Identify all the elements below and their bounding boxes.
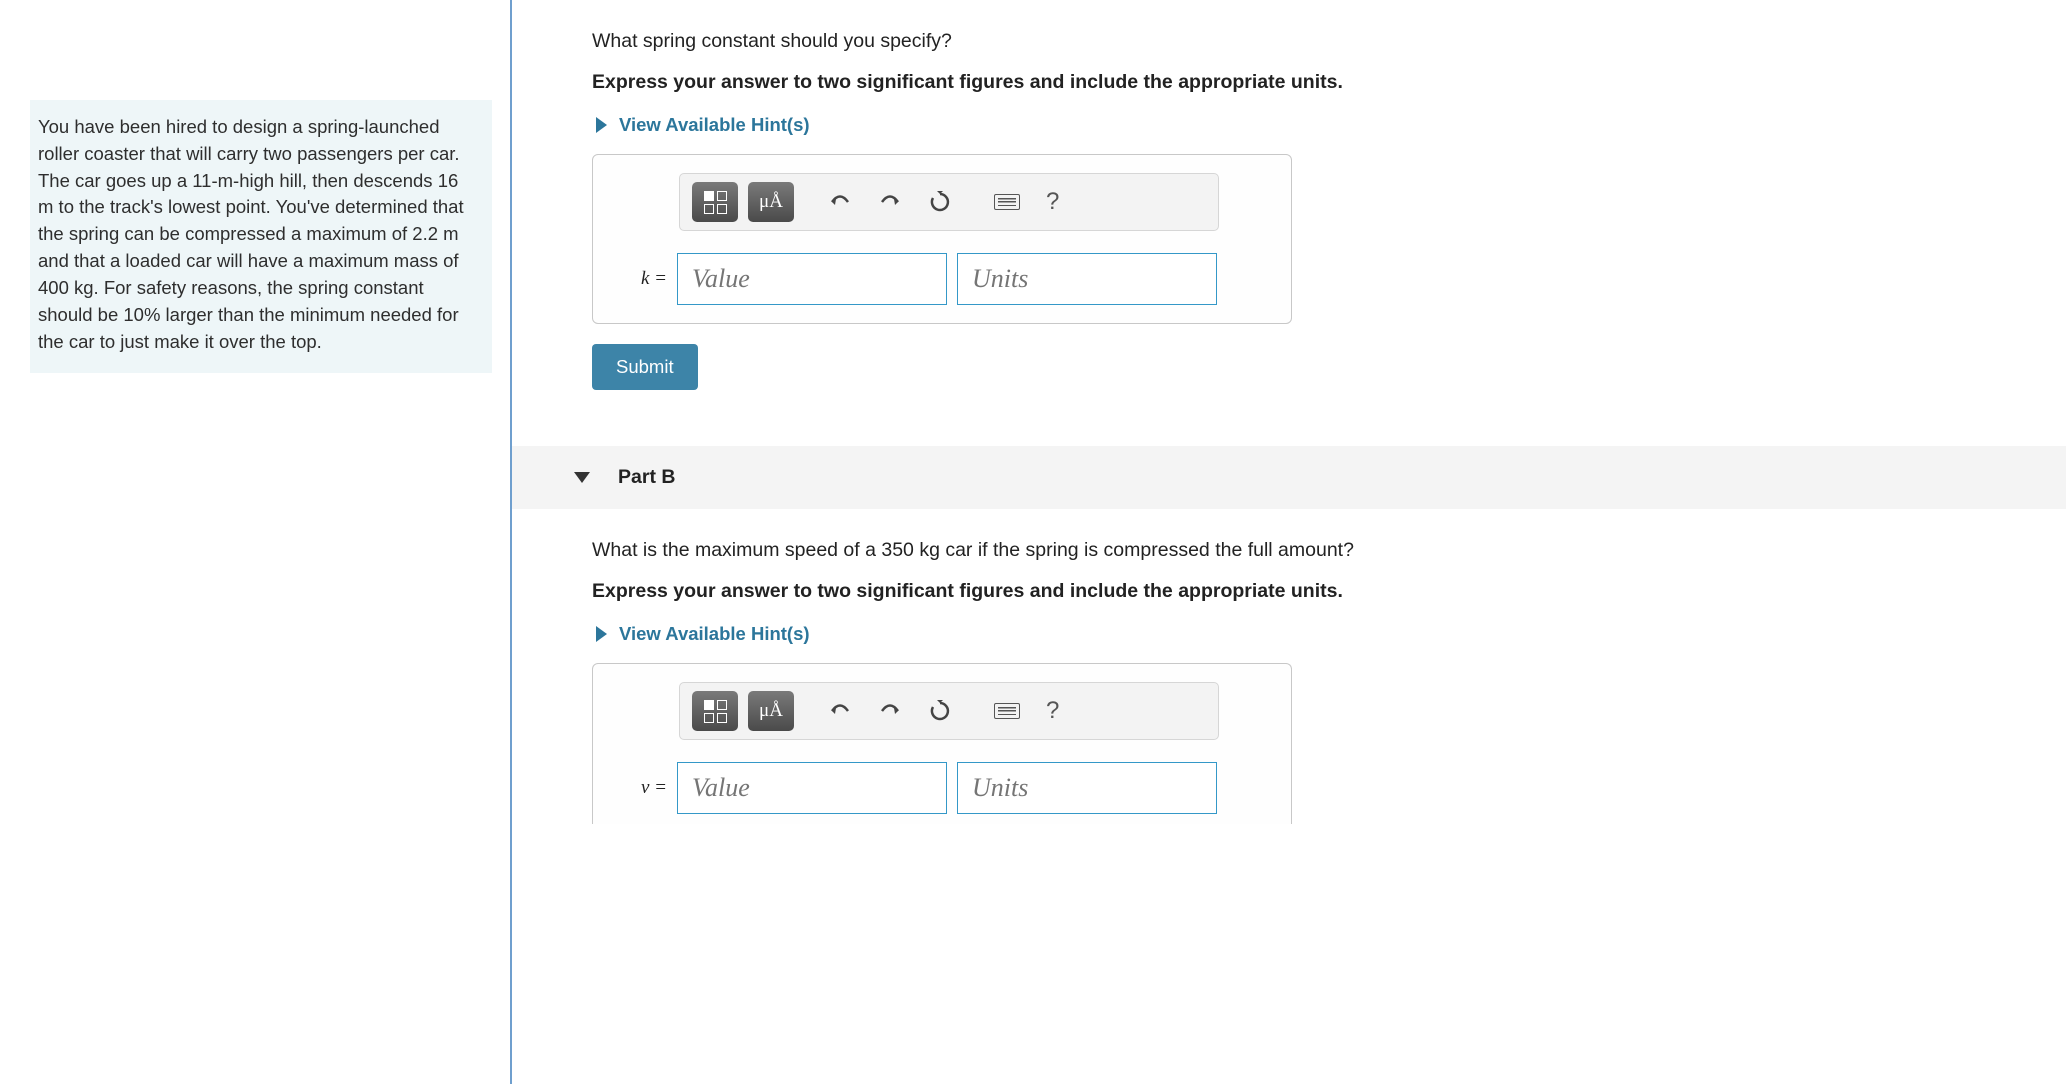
reset-button[interactable] <box>920 190 960 214</box>
part-a-question: What spring constant should you specify? <box>592 0 2026 71</box>
chevron-down-icon <box>574 472 590 483</box>
reset-icon <box>928 190 952 214</box>
part-b-answer-panel: μÅ ? v = <box>592 663 1292 824</box>
chevron-right-icon <box>596 117 607 133</box>
hints-label: View Available Hint(s) <box>619 114 810 136</box>
template-icon <box>704 191 727 214</box>
part-b-toolbar: μÅ ? <box>679 682 1219 740</box>
reset-button[interactable] <box>920 699 960 723</box>
template-tool-button[interactable] <box>692 182 738 222</box>
undo-icon <box>828 191 852 213</box>
part-a-submit-button[interactable]: Submit <box>592 344 698 390</box>
page-root: You have been hired to design a spring-l… <box>0 0 2066 1084</box>
part-a-variable-label: k = <box>611 268 667 290</box>
symbols-tool-button[interactable]: μÅ <box>748 182 794 222</box>
help-button[interactable]: ? <box>1038 697 1067 725</box>
keyboard-button[interactable] <box>986 703 1028 719</box>
part-a-hints-toggle[interactable]: View Available Hint(s) <box>592 114 2026 154</box>
part-b-answer-row: v = <box>611 762 1273 814</box>
part-a-answer-panel: μÅ ? k = <box>592 154 1292 324</box>
redo-icon <box>878 191 902 213</box>
part-b-units-input[interactable] <box>957 762 1217 814</box>
undo-button[interactable] <box>820 191 860 213</box>
symbols-icon: μÅ <box>759 191 783 213</box>
part-b-hints-toggle[interactable]: View Available Hint(s) <box>592 623 2026 663</box>
part-a-toolbar: μÅ ? <box>679 173 1219 231</box>
undo-icon <box>828 700 852 722</box>
part-a-value-input[interactable] <box>677 253 947 305</box>
part-a-instruction: Express your answer to two significant f… <box>592 71 2026 114</box>
symbols-icon: μÅ <box>759 700 783 722</box>
part-b-value-input[interactable] <box>677 762 947 814</box>
template-icon <box>704 700 727 723</box>
hints-label: View Available Hint(s) <box>619 623 810 645</box>
part-b-title: Part B <box>618 466 675 489</box>
part-b-instruction: Express your answer to two significant f… <box>592 580 2026 623</box>
template-tool-button[interactable] <box>692 691 738 731</box>
chevron-right-icon <box>596 626 607 642</box>
part-b-question: What is the maximum speed of a 350 kg ca… <box>592 509 2026 580</box>
undo-button[interactable] <box>820 700 860 722</box>
help-button[interactable]: ? <box>1038 188 1067 216</box>
keyboard-icon <box>994 703 1020 719</box>
problem-sidebar: You have been hired to design a spring-l… <box>0 0 510 1084</box>
part-b-variable-label: v = <box>611 777 667 799</box>
redo-icon <box>878 700 902 722</box>
reset-icon <box>928 699 952 723</box>
redo-button[interactable] <box>870 191 910 213</box>
redo-button[interactable] <box>870 700 910 722</box>
part-a-units-input[interactable] <box>957 253 1217 305</box>
keyboard-button[interactable] <box>986 194 1028 210</box>
symbols-tool-button[interactable]: μÅ <box>748 691 794 731</box>
part-a-answer-row: k = <box>611 253 1273 305</box>
keyboard-icon <box>994 194 1020 210</box>
part-b-header[interactable]: Part B <box>512 446 2066 509</box>
problem-statement: You have been hired to design a spring-l… <box>30 100 492 373</box>
main-content: What spring constant should you specify?… <box>512 0 2066 1084</box>
